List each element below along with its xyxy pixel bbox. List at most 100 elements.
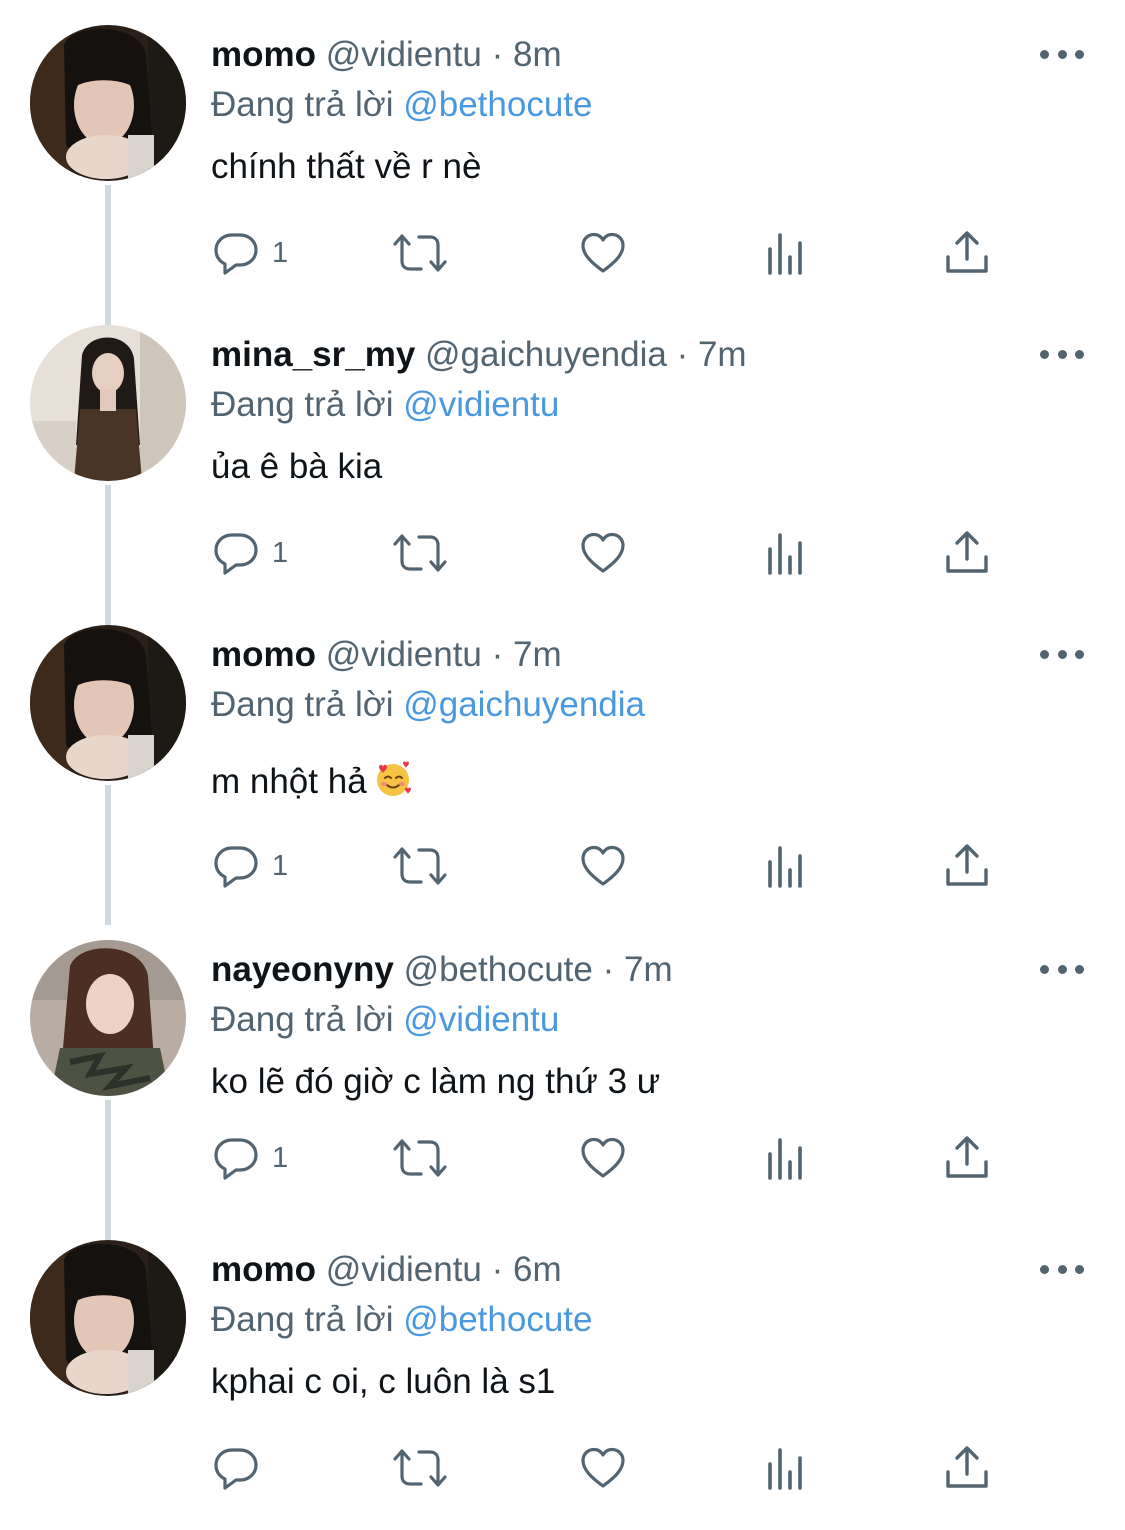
heart-icon xyxy=(578,529,628,577)
reply-button[interactable]: 1 xyxy=(212,838,288,894)
display-name[interactable]: mina_sr_my xyxy=(211,335,415,374)
display-name[interactable]: momo xyxy=(211,35,316,74)
tweet-timestamp[interactable]: 7m xyxy=(513,635,562,674)
tweet-text-content: ủa ê bà kia xyxy=(211,447,383,486)
reply-count: 1 xyxy=(272,236,289,269)
tweet-timestamp[interactable]: 7m xyxy=(624,950,673,989)
tweet[interactable]: momo @vidientu · 7m Đang trả lời @gaichu… xyxy=(0,615,1125,925)
share-button[interactable] xyxy=(944,225,990,281)
smiling-face-with-hearts-emoji xyxy=(373,759,413,811)
more-options-icon[interactable] xyxy=(1040,956,1084,982)
avatar[interactable] xyxy=(30,25,186,181)
upload-arrow-icon xyxy=(944,1444,990,1492)
tweet-header: momo @vidientu · 6m xyxy=(211,1247,562,1293)
retweet-button[interactable] xyxy=(390,525,450,581)
reply-button[interactable]: 1 xyxy=(212,525,288,581)
replying-to-line: Đang trả lời @gaichuyendia xyxy=(211,682,645,728)
replying-to-label: Đang trả lời xyxy=(211,385,394,424)
replying-to-mention[interactable]: @bethocute xyxy=(403,1300,592,1339)
reply-button[interactable]: 1 xyxy=(212,1130,288,1186)
views-button[interactable] xyxy=(765,1130,809,1186)
heart-icon xyxy=(578,842,628,890)
speech-bubble-icon xyxy=(212,229,260,277)
display-name[interactable]: momo xyxy=(211,1250,316,1289)
user-handle[interactable]: @vidientu xyxy=(326,1250,482,1289)
upload-arrow-icon xyxy=(944,229,990,277)
dot-separator: · xyxy=(602,950,615,989)
more-options-icon[interactable] xyxy=(1040,41,1084,67)
avatar[interactable] xyxy=(30,1240,186,1396)
reply-button[interactable]: 1 xyxy=(212,225,288,281)
like-button[interactable] xyxy=(578,525,628,581)
bar-chart-icon xyxy=(765,1134,809,1182)
display-name[interactable]: nayeonyny xyxy=(211,950,394,989)
like-button[interactable] xyxy=(578,1440,628,1496)
dot-separator: · xyxy=(491,635,504,674)
tweet[interactable]: nayeonyny @bethocute · 7m Đang trả lời @… xyxy=(0,930,1125,1240)
replying-to-line: Đang trả lời @bethocute xyxy=(211,1297,592,1343)
bar-chart-icon xyxy=(765,229,809,277)
tweet[interactable]: mina_sr_my @gaichuyendia · 7m Đang trả l… xyxy=(0,315,1125,625)
avatar[interactable] xyxy=(30,325,186,481)
avatar[interactable] xyxy=(30,940,186,1096)
reply-count: 1 xyxy=(272,1141,289,1174)
avatar[interactable] xyxy=(30,625,186,781)
retweet-arrows-icon xyxy=(390,1444,450,1492)
views-button[interactable] xyxy=(765,525,809,581)
views-button[interactable] xyxy=(765,225,809,281)
views-button[interactable] xyxy=(765,1440,809,1496)
retweet-arrows-icon xyxy=(390,842,450,890)
user-handle[interactable]: @vidientu xyxy=(326,35,482,74)
speech-bubble-icon xyxy=(212,529,260,577)
retweet-button[interactable] xyxy=(390,838,450,894)
user-handle[interactable]: @gaichuyendia xyxy=(425,335,667,374)
tweet-timestamp[interactable]: 8m xyxy=(513,35,562,74)
tweet-timestamp[interactable]: 6m xyxy=(513,1250,562,1289)
retweet-button[interactable] xyxy=(390,1440,450,1496)
more-options-icon[interactable] xyxy=(1040,641,1084,667)
replying-to-mention[interactable]: @bethocute xyxy=(403,85,592,124)
heart-icon xyxy=(578,229,628,277)
more-options-icon[interactable] xyxy=(1040,1256,1084,1282)
upload-arrow-icon xyxy=(944,1134,990,1182)
tweet-text-content: m nhột hả xyxy=(211,762,367,801)
replying-to-mention[interactable]: @vidientu xyxy=(403,1000,559,1039)
user-handle[interactable]: @bethocute xyxy=(404,950,593,989)
tweet[interactable]: momo @vidientu · 6m Đang trả lời @bethoc… xyxy=(0,1230,1125,1530)
like-button[interactable] xyxy=(578,1130,628,1186)
retweet-button[interactable] xyxy=(390,1130,450,1186)
like-button[interactable] xyxy=(578,225,628,281)
user-handle[interactable]: @vidientu xyxy=(326,635,482,674)
tweet-text-content: chính thất về r nè xyxy=(211,147,482,186)
bar-chart-icon xyxy=(765,529,809,577)
tweet[interactable]: momo @vidientu · 8m Đang trả lời @bethoc… xyxy=(0,15,1125,325)
replying-to-line: Đang trả lời @vidientu xyxy=(211,382,559,428)
replying-to-mention[interactable]: @vidientu xyxy=(403,385,559,424)
share-button[interactable] xyxy=(944,525,990,581)
dot-separator: · xyxy=(676,335,689,374)
tweet-text: ủa ê bà kia xyxy=(211,444,382,490)
more-options-icon[interactable] xyxy=(1040,341,1084,367)
dot-separator: · xyxy=(491,1250,504,1289)
reply-thread: momo @vidientu · 8m Đang trả lời @bethoc… xyxy=(0,0,1125,1496)
share-button[interactable] xyxy=(944,1130,990,1186)
replying-to-line: Đang trả lời @vidientu xyxy=(211,997,559,1043)
dot-separator: · xyxy=(491,35,504,74)
tweet-actions: 1 xyxy=(0,225,1125,281)
retweet-arrows-icon xyxy=(390,529,450,577)
reply-button[interactable] xyxy=(212,1440,260,1496)
upload-arrow-icon xyxy=(944,842,990,890)
tweet-actions: 1 xyxy=(0,525,1125,581)
like-button[interactable] xyxy=(578,838,628,894)
share-button[interactable] xyxy=(944,1440,990,1496)
replying-to-mention[interactable]: @gaichuyendia xyxy=(403,685,645,724)
tweet-header: mina_sr_my @gaichuyendia · 7m xyxy=(211,332,747,378)
views-button[interactable] xyxy=(765,838,809,894)
tweet-actions xyxy=(0,1440,1125,1496)
speech-bubble-icon xyxy=(212,1444,260,1492)
share-button[interactable] xyxy=(944,838,990,894)
tweet-text: chính thất về r nè xyxy=(211,144,481,190)
retweet-button[interactable] xyxy=(390,225,450,281)
tweet-timestamp[interactable]: 7m xyxy=(698,335,747,374)
display-name[interactable]: momo xyxy=(211,635,316,674)
